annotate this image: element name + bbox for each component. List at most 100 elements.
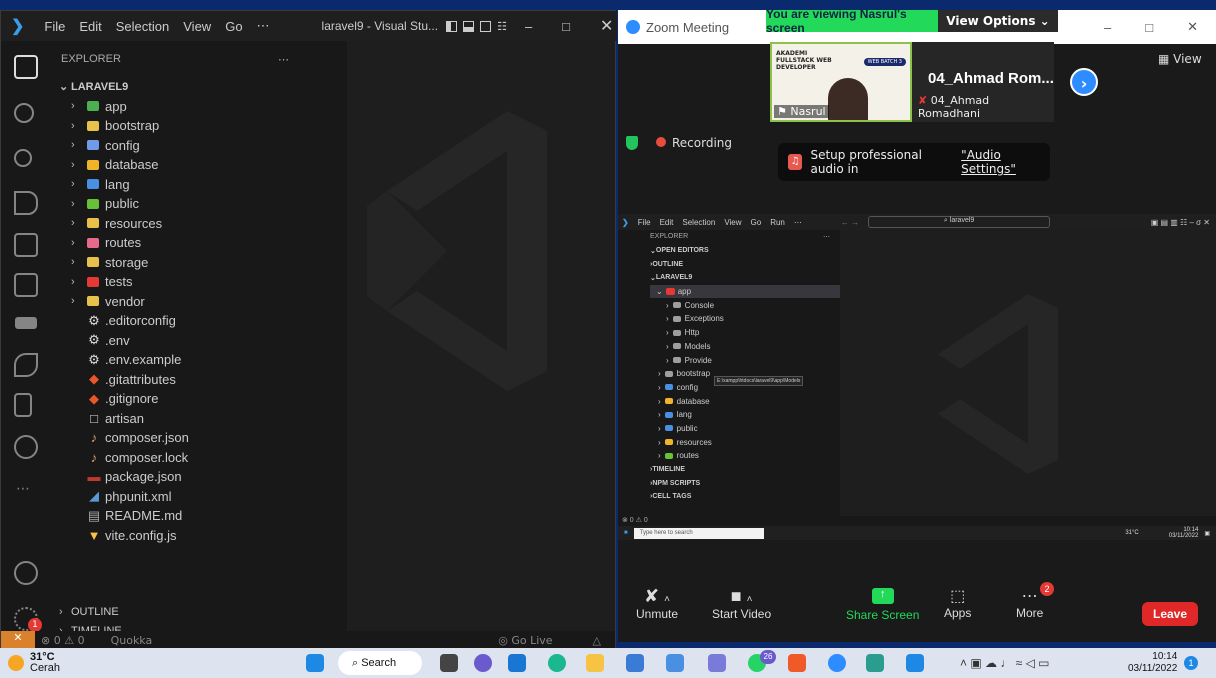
- file-item[interactable]: ▤ README.md: [51, 506, 347, 526]
- file-item[interactable]: ♪ composer.lock: [51, 448, 347, 468]
- explorer-more-button[interactable]: ⋯: [278, 53, 289, 66]
- folder-item[interactable]: › vendor: [51, 292, 347, 312]
- menu-edit[interactable]: Edit: [79, 19, 101, 34]
- security-icon[interactable]: [508, 654, 526, 672]
- task-view-icon[interactable]: [440, 654, 458, 672]
- inner-app-child[interactable]: › Http: [650, 326, 840, 340]
- minimize-button[interactable]: –: [525, 19, 532, 34]
- more-views-icon[interactable]: ⋯: [16, 481, 30, 497]
- calculator-icon[interactable]: [626, 654, 644, 672]
- inner-app-child[interactable]: › Models: [650, 340, 840, 354]
- view-options-button[interactable]: View Options ⌄: [938, 10, 1058, 32]
- maximize-button[interactable]: □: [562, 19, 570, 34]
- source-control-icon[interactable]: [14, 149, 32, 167]
- folder-item[interactable]: › database: [51, 155, 347, 175]
- project-root[interactable]: ⌄ LARAVEL9: [51, 77, 347, 97]
- brave-icon[interactable]: [788, 654, 806, 672]
- github-icon[interactable]: [14, 435, 38, 459]
- file-item[interactable]: ▬ package.json: [51, 467, 347, 487]
- share-screen-button[interactable]: ↑ Share Screen: [846, 586, 919, 622]
- audio-settings-tip[interactable]: ♫ Setup professional audio in "Audio Set…: [778, 143, 1050, 181]
- file-item[interactable]: ◆ .gitattributes: [51, 370, 347, 390]
- quokka-status[interactable]: Quokka: [111, 634, 153, 647]
- inner-app-child[interactable]: › Console: [650, 298, 840, 312]
- file-item[interactable]: ⚙ .editorconfig: [51, 311, 347, 331]
- folder-item[interactable]: › bootstrap: [51, 116, 347, 136]
- notification-center-badge[interactable]: 1: [1184, 656, 1198, 670]
- inner-folder[interactable]: › routes: [650, 449, 840, 463]
- recording-indicator[interactable]: Recording: [656, 136, 732, 150]
- problems-counter[interactable]: ⊗ 0 ⚠ 0: [41, 634, 85, 647]
- folder-item[interactable]: › storage: [51, 253, 347, 273]
- outline-section[interactable]: › OUTLINE: [59, 602, 119, 622]
- folder-item[interactable]: › public: [51, 194, 347, 214]
- zoom-icon[interactable]: [828, 654, 846, 672]
- split-toggle-icon[interactable]: [480, 20, 492, 32]
- search-icon[interactable]: [14, 103, 34, 123]
- next-page-button[interactable]: ›: [1070, 68, 1098, 96]
- file-item[interactable]: ◢ phpunit.xml: [51, 487, 347, 507]
- explorer-icon[interactable]: [14, 55, 38, 79]
- apps-button[interactable]: ⬚ Apps: [944, 586, 971, 620]
- leave-button[interactable]: Leave: [1142, 602, 1198, 626]
- folder-item[interactable]: › resources: [51, 214, 347, 234]
- menu-file[interactable]: File: [44, 19, 65, 34]
- more-button[interactable]: ⋯ More: [1016, 586, 1043, 620]
- folder-item[interactable]: › config: [51, 136, 347, 156]
- bell-icon[interactable]: △: [593, 634, 601, 647]
- accounts-icon[interactable]: [14, 561, 38, 585]
- photos-icon[interactable]: [666, 654, 684, 672]
- zoom-maximize-button[interactable]: □: [1145, 20, 1153, 35]
- edge-icon[interactable]: [548, 654, 566, 672]
- panel-toggle-icon[interactable]: [463, 20, 475, 32]
- folder-item[interactable]: › app: [51, 97, 347, 117]
- view-button[interactable]: ▦ View: [1158, 52, 1202, 66]
- docker-icon[interactable]: [15, 317, 37, 329]
- live-share-icon[interactable]: [14, 353, 38, 377]
- inner-folder[interactable]: › lang: [650, 408, 840, 422]
- file-item[interactable]: ◆ .gitignore: [51, 389, 347, 409]
- file-explorer-icon[interactable]: [586, 654, 604, 672]
- file-item[interactable]: ⚙ .env.example: [51, 350, 347, 370]
- snip-icon[interactable]: [708, 654, 726, 672]
- inner-folder[interactable]: › database: [650, 394, 840, 408]
- inner-app-child[interactable]: › Provide: [650, 353, 840, 367]
- vscode-taskbar-icon[interactable]: [906, 654, 924, 672]
- unmute-button[interactable]: ✘ ˄ Unmute: [636, 586, 678, 621]
- file-item[interactable]: ♪ composer.json: [51, 428, 347, 448]
- menu-view[interactable]: View: [183, 19, 211, 34]
- run-debug-icon[interactable]: [14, 191, 38, 215]
- sourcetree-icon[interactable]: [866, 654, 884, 672]
- folder-item[interactable]: › lang: [51, 175, 347, 195]
- file-item[interactable]: ⚙ .env: [51, 331, 347, 351]
- extensions-icon[interactable]: [14, 233, 38, 257]
- close-button[interactable]: ✕: [600, 16, 613, 36]
- golive-button[interactable]: ◎ Go Live: [498, 634, 552, 647]
- customize-layout-icon[interactable]: ☷: [497, 20, 507, 33]
- weather-widget[interactable]: 31°C Cerah: [8, 652, 60, 674]
- inner-app-child[interactable]: › Exceptions: [650, 312, 840, 326]
- file-item[interactable]: □ artisan: [51, 409, 347, 429]
- menu-selection[interactable]: Selection: [116, 19, 169, 34]
- taskbar-search[interactable]: ⌕ Search: [338, 651, 422, 675]
- zoom-close-button[interactable]: ✕: [1187, 19, 1198, 35]
- layout-toggle-icon[interactable]: [446, 20, 458, 32]
- file-item[interactable]: ▼ vite.config.js: [51, 526, 347, 546]
- speaker-thumbnail[interactable]: AKADEMI FULLSTACK WEB DEVELOPER WEB BATCH …: [770, 42, 912, 122]
- clock[interactable]: 10:14 03/11/2022: [1128, 651, 1177, 675]
- folder-item[interactable]: › tests: [51, 272, 347, 292]
- remote-indicator[interactable]: ✕: [1, 631, 35, 649]
- testing-icon[interactable]: [14, 393, 32, 417]
- inner-folder[interactable]: › resources: [650, 435, 840, 449]
- remote-explorer-icon[interactable]: [14, 273, 38, 297]
- start-button[interactable]: [306, 654, 324, 672]
- security-shield-icon[interactable]: [626, 136, 638, 150]
- audio-settings-link[interactable]: "Audio Settings": [961, 148, 1050, 176]
- system-tray[interactable]: ˄ ▣ ☁ ♩ ≈ ◁ ▭: [960, 656, 1050, 670]
- zoom-minimize-button[interactable]: –: [1104, 20, 1111, 35]
- participant-tile[interactable]: 04_Ahmad Rom... ✘ 04_Ahmad Romadhani: [912, 42, 1054, 122]
- menu-go[interactable]: Go: [225, 19, 242, 34]
- start-video-button[interactable]: ■ ˄ Start Video: [712, 586, 771, 621]
- menu-more[interactable]: ⋯: [257, 18, 270, 34]
- meet-icon[interactable]: [474, 654, 492, 672]
